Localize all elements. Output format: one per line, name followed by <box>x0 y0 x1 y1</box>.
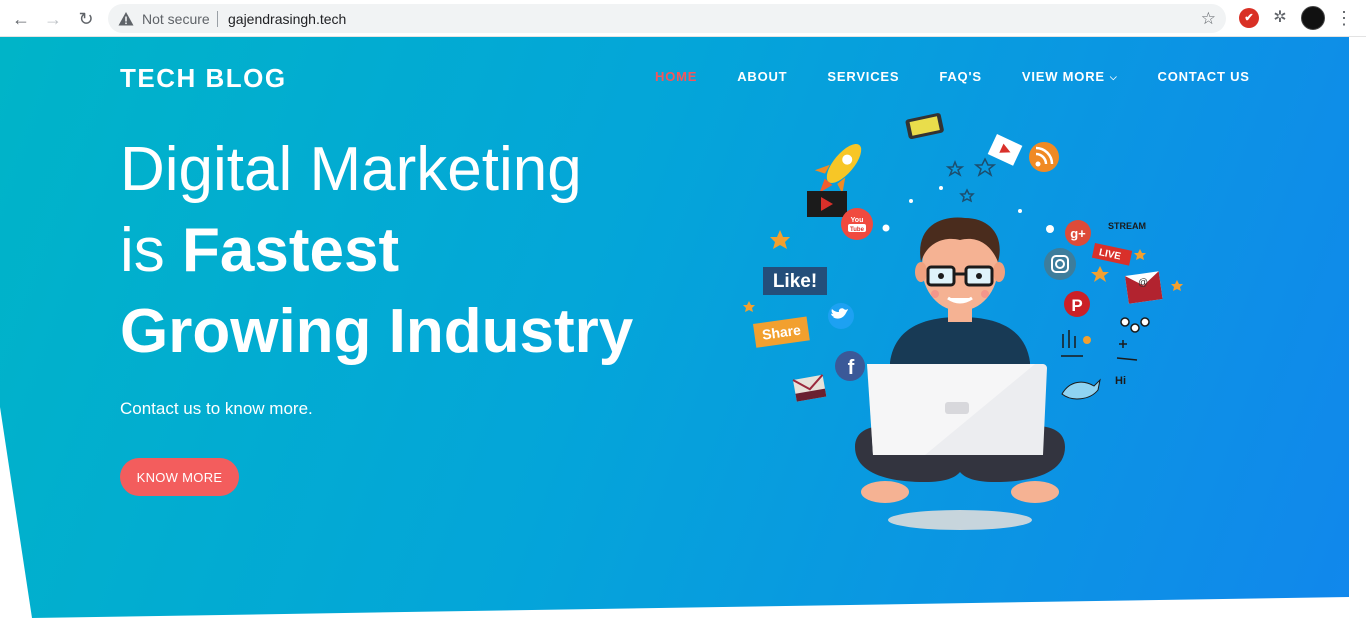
headline-line-1: Digital Marketing <box>120 135 582 204</box>
svg-text:@: @ <box>1137 277 1149 289</box>
hero-subtext: Contact us to know more. <box>120 399 313 418</box>
nav-contact-us[interactable]: CONTACT US <box>1158 69 1250 84</box>
reload-icon[interactable]: ↻ <box>75 8 97 30</box>
video-card-icon <box>987 134 1023 166</box>
warning-icon[interactable] <box>118 11 134 27</box>
main-nav: HOME ABOUT SERVICES FAQ'S VIEW MORE ⌵ CON… <box>655 69 1290 84</box>
site-logo[interactable]: TECH BLOG <box>120 63 287 94</box>
live-badge-icon: LIVE <box>1091 243 1133 266</box>
bookmark-star-icon[interactable]: ☆ <box>1201 9 1216 29</box>
outline-star-icons <box>945 157 997 203</box>
browser-toolbar: ← → ↻ Not secure gajendrasingh.tech ☆ ✔ … <box>0 0 1366 37</box>
not-secure-label[interactable]: Not secure <box>142 11 210 27</box>
smartphone-icon <box>905 113 944 140</box>
chevron-down-icon: ⌵ <box>1109 72 1118 82</box>
youtube-label: You <box>851 217 864 224</box>
instagram-icon <box>1044 248 1076 280</box>
facebook-icon: f <box>835 351 865 381</box>
nav-home[interactable]: HOME <box>655 69 697 84</box>
video-player-icon <box>807 191 847 217</box>
headline-line-3: Growing Industry <box>120 297 634 366</box>
nav-faqs[interactable]: FAQ'S <box>939 69 982 84</box>
extensions-puzzle-icon[interactable]: ✲ <box>1270 8 1290 28</box>
hi-text: Hi <box>1115 375 1126 387</box>
rss-icon <box>1029 142 1059 172</box>
extension-icon[interactable]: ✔ <box>1239 8 1259 28</box>
google-plus-icon: g+ <box>1065 220 1091 246</box>
url-text[interactable]: gajendrasingh.tech <box>228 11 346 27</box>
svg-text:P: P <box>1071 296 1082 315</box>
youtube-icon: You Tube <box>841 208 873 240</box>
forward-arrow-icon[interactable]: → <box>42 8 64 30</box>
like-badge-icon: Like! <box>763 267 827 295</box>
share-badge-icon: Share <box>753 316 810 348</box>
know-more-button[interactable]: KNOW MORE <box>120 458 239 496</box>
like-text: Like! <box>773 271 817 292</box>
pinterest-icon: P <box>1064 291 1090 317</box>
mail-icon: @ <box>1125 271 1163 304</box>
page-viewport: TECH BLOG HOME ABOUT SERVICES FAQ'S VIEW… <box>0 37 1349 618</box>
nav-services[interactable]: SERVICES <box>827 69 899 84</box>
hero-headline: Digital Marketing is Fastest Growing Ind… <box>120 129 633 372</box>
network-doodle-icon <box>1116 317 1150 361</box>
kebab-menu-icon[interactable]: ⋮ <box>1334 8 1354 28</box>
nav-view-more[interactable]: VIEW MORE ⌵ <box>1022 69 1118 84</box>
url-separator <box>217 11 218 27</box>
email-envelope-icon <box>792 374 827 402</box>
headline-line-2-bold: Fastest <box>182 216 400 285</box>
bird-doodle-icon <box>1061 378 1101 400</box>
twitter-icon <box>828 303 854 329</box>
nav-about[interactable]: ABOUT <box>737 69 787 84</box>
stream-text: STREAM <box>1108 221 1146 231</box>
svg-text:Tube: Tube <box>850 227 865 233</box>
address-bar[interactable]: Not secure gajendrasingh.tech ☆ <box>108 4 1226 33</box>
person-illustration-icon <box>855 217 1065 503</box>
digital-marketing-illustration: You Tube Like! Share f g+ STREAM LIVE @ … <box>743 113 1183 530</box>
headline-line-2-prefix: is <box>120 216 182 285</box>
chart-doodle-icon <box>1061 330 1091 357</box>
svg-text:g+: g+ <box>1070 226 1086 241</box>
svg-text:f: f <box>848 357 855 379</box>
profile-avatar[interactable] <box>1301 6 1325 30</box>
back-arrow-icon[interactable]: ← <box>10 8 32 30</box>
nav-view-more-label: VIEW MORE <box>1021 69 1105 84</box>
floor-shadow-icon <box>888 510 1032 530</box>
